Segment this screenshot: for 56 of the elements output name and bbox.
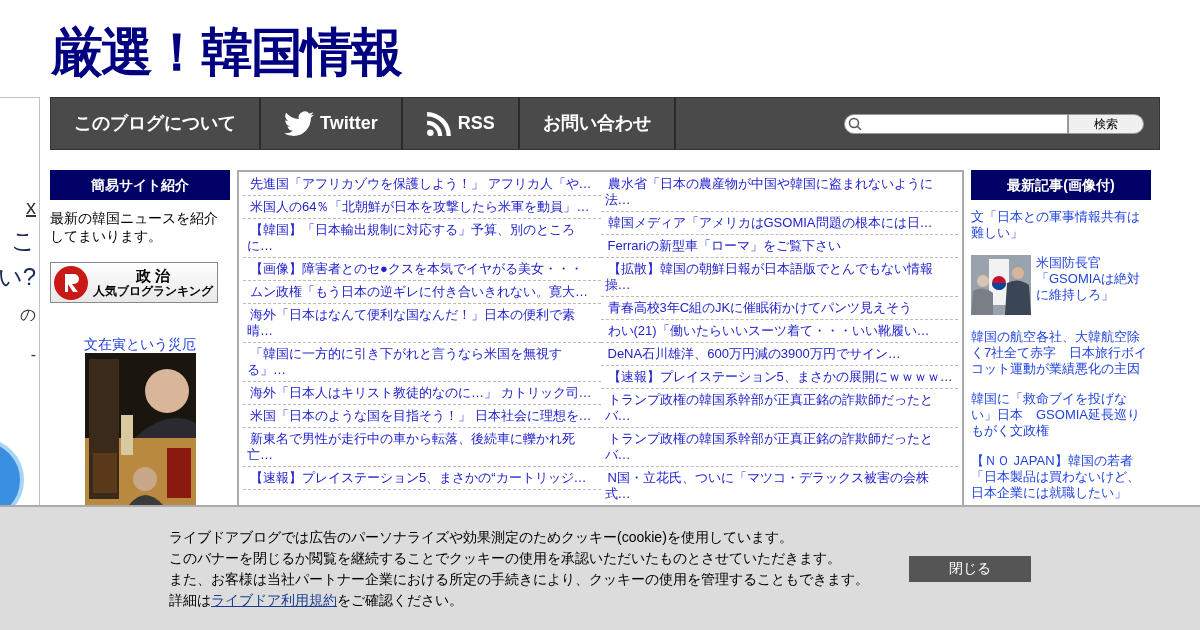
search-field[interactable] (844, 113, 1068, 134)
section-heading: 簡易サイト紹介 (50, 170, 230, 200)
nav-item[interactable]: このブログについて (51, 98, 261, 149)
article-link[interactable]: 海外「日本人はキリスト教徒的なのに…」 カトリック司… (247, 385, 597, 401)
site-intro: 最新の韓国ニュースを紹介してまいります。 (50, 209, 219, 245)
recent-article-link[interactable]: 韓国の航空各社、大韓航空除く7社全て赤字 日本旅行ボイコット運動が業績悪化の主因 (971, 329, 1151, 377)
recent-article-link[interactable]: 米国防長官「GSOMIAは絶対に維持しろ」 (1036, 255, 1151, 315)
search-button[interactable]: 検索 (1068, 113, 1144, 134)
article-link[interactable]: 【速報】プレイステーション5、まさかの“カートリッジ… (247, 470, 597, 486)
article-link[interactable]: 【韓国】「日本輸出規制に対応する」予算、別のところに… (247, 222, 597, 254)
article-link[interactable]: わい(21)「働いたらいいスーツ着て・・・いい靴履い… (604, 323, 954, 339)
article-link[interactable]: トランプ政権の韓国系幹部が正真正銘の詐欺師だったとバ… (604, 392, 954, 424)
article-link[interactable]: DeNA石川雄洋、600万円減の3900万円でサイン… (604, 346, 954, 362)
article-link[interactable]: 【速報】プレイステーション5、まさかの展開にｗｗｗｗ… (604, 369, 954, 385)
recent-article-link[interactable]: 文「日本との軍事情報共有は難しい」 (971, 209, 1151, 241)
ad-text: - (30, 345, 36, 365)
article-link[interactable]: 「韓国に一方的に引き下がれと言うなら米国を無視する」… (247, 346, 597, 378)
article-link[interactable]: 【拡散】韓国の朝鮮日報が日本語版でとんでもない情報操… (604, 261, 954, 293)
terms-link[interactable]: ライブドア利用規約 (211, 591, 337, 608)
article-link[interactable]: 米国「日本のような国を目指そう！」 日本社会に理想を… (247, 408, 597, 424)
ad-text: い? (0, 264, 36, 290)
article-link[interactable]: Ferrariの新型車「ローマ」をご覧下さい (604, 238, 954, 254)
section-heading: 最新記事(画像付) (971, 170, 1151, 200)
ad-text: の (20, 305, 36, 325)
rss-icon (425, 110, 452, 137)
ad-link[interactable]: x (26, 196, 36, 218)
recent-article-link[interactable]: 【ＮＯ JAPAN】韓国の若者「日本製品は買わないけど、日本企業には就職したい」 (971, 453, 1151, 501)
article-link[interactable]: 新東名で男性が走行中の車から転落、後続車に轢かれ死亡… (247, 431, 597, 463)
nav-item[interactable]: お問い合わせ (519, 98, 676, 149)
close-button[interactable]: 閉じる (909, 555, 1031, 582)
article-link[interactable]: 先進国「アフリカゾウを保護しよう！」 アフリカ人「や… (247, 176, 597, 192)
nav-item[interactable]: Twitter (261, 98, 403, 149)
cookie-notice-text: このバナーを閉じるか閲覧を継続することでクッキーの使用を承認いただいたものとさせていただきます。 (169, 548, 842, 568)
article-link[interactable]: ムン政権「もう日本の逆ギレに付き合いきれない。寛大… (247, 284, 597, 300)
ad-text: こ (11, 228, 36, 254)
ranking-caption: 人気ブログランキング (93, 283, 213, 298)
article-link[interactable]: N国・立花氏、ついに「マツコ・デラックス被害の会株式… (604, 470, 954, 502)
nav-item[interactable]: RSS (402, 98, 520, 149)
article-link[interactable]: 農水省「日本の農産物が中国や韓国に盗まれないように法… (604, 176, 954, 208)
article-link[interactable]: 海外「日本はなんて便利な国なんだ！」日本の便利で素晴… (247, 307, 597, 339)
cookie-notice-text: また、お客様は当社パートナー企業における所定の手続きにより、クッキーの使用を管理することもできます。 (169, 569, 870, 589)
book-link[interactable]: 文在寅という災厄 (84, 335, 196, 353)
ranking-banner[interactable]: 政 治 人気ブログランキング (50, 262, 218, 303)
ranking-logo-icon (53, 264, 89, 301)
cookie-notice-text: 詳細はライブドア利用規約をご確認ください。 (169, 590, 464, 610)
article-link[interactable]: トランプ政権の韓国系幹部が正真正銘の詐欺師だったとバ… (604, 431, 954, 463)
article-link[interactable]: 【画像】障害者とのセ●クスを本気でイヤがる美女・・・ (247, 261, 597, 277)
article-link[interactable]: 青春高校3年C組のJKに催眠術かけてパンツ見えそう (604, 300, 954, 316)
article-link[interactable]: 韓国メディア「アメリカはGSOMIA問題の根本には日… (604, 215, 954, 231)
site-logo[interactable]: 厳選！韓国情報 (51, 23, 401, 80)
recent-article-link[interactable]: 韓国に「救命ブイを投げない」日本 GSOMIA延長巡りもがく文政権 (971, 391, 1151, 439)
cookie-notice-text: ライブドアブログでは広告のパーソナライズや効果測定のためクッキー(cookie)を使用しています。 (169, 527, 794, 547)
search-icon (848, 116, 862, 131)
ranking-category: 政 治 (135, 267, 171, 284)
article-link[interactable]: 米国人の64％「北朝鮮が日本を攻撃したら米軍を動員」… (247, 199, 597, 215)
bird-icon (284, 110, 314, 137)
